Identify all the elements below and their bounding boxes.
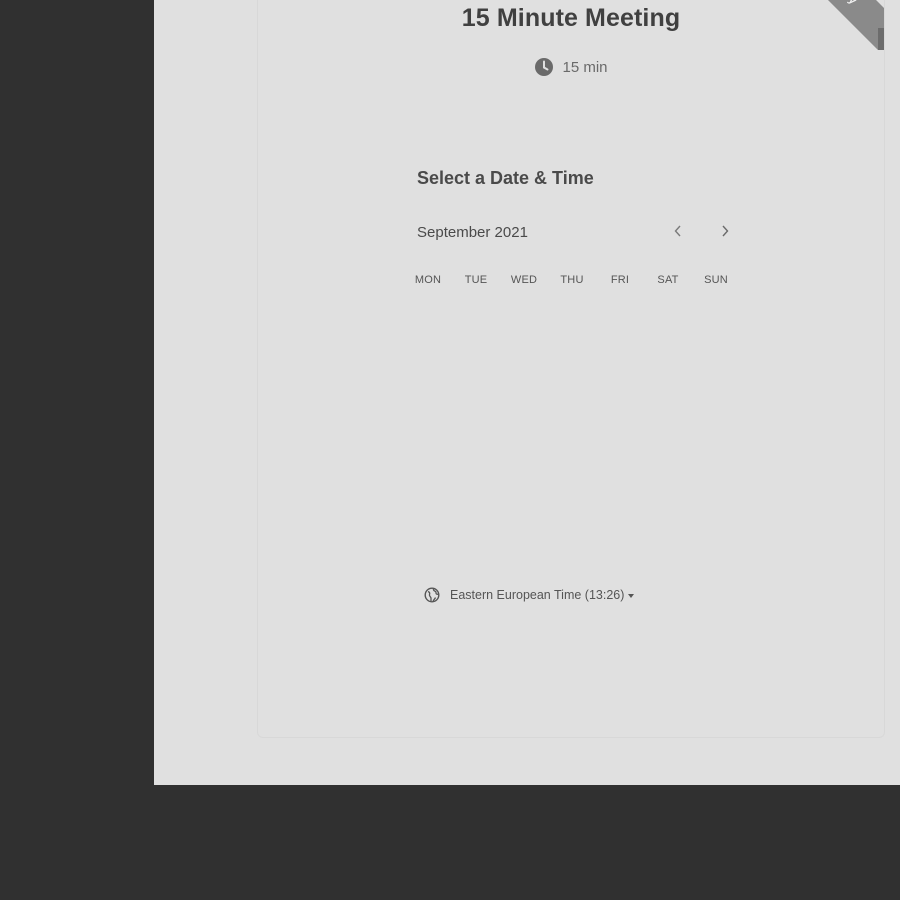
globe-icon xyxy=(424,587,440,603)
caret-down-icon xyxy=(628,593,635,598)
weekday-label: SUN xyxy=(704,274,728,286)
weekday-label: THU xyxy=(560,274,584,286)
next-month-button[interactable] xyxy=(712,220,738,246)
previous-month-button[interactable] xyxy=(665,220,691,246)
month-label: September 2021 xyxy=(417,224,528,241)
weekday-label: SAT xyxy=(657,274,679,286)
booking-overlay-panel: dly 15 Minute Meeting 15 min Select a Da… xyxy=(154,0,900,785)
clock-icon xyxy=(534,57,554,77)
weekday-header-row: MON TUE WED THU FRI SAT SUN xyxy=(404,274,740,286)
duration-label: 15 min xyxy=(562,58,608,76)
weekday-label: WED xyxy=(510,274,538,286)
weekday-label: TUE xyxy=(464,274,488,286)
weekday-label: FRI xyxy=(610,274,630,286)
booking-card: dly 15 Minute Meeting 15 min Select a Da… xyxy=(257,0,885,738)
chevron-right-icon xyxy=(720,224,730,243)
meeting-title: 15 Minute Meeting xyxy=(461,4,681,32)
timezone-label: Eastern European Time (13:26) xyxy=(450,588,625,602)
duration-row: 15 min xyxy=(258,57,884,77)
chevron-left-icon xyxy=(673,224,683,243)
timezone-selector[interactable]: Eastern European Time (13:26) xyxy=(424,587,635,603)
weekday-label: MON xyxy=(414,274,442,286)
select-date-heading: Select a Date & Time xyxy=(417,168,594,188)
